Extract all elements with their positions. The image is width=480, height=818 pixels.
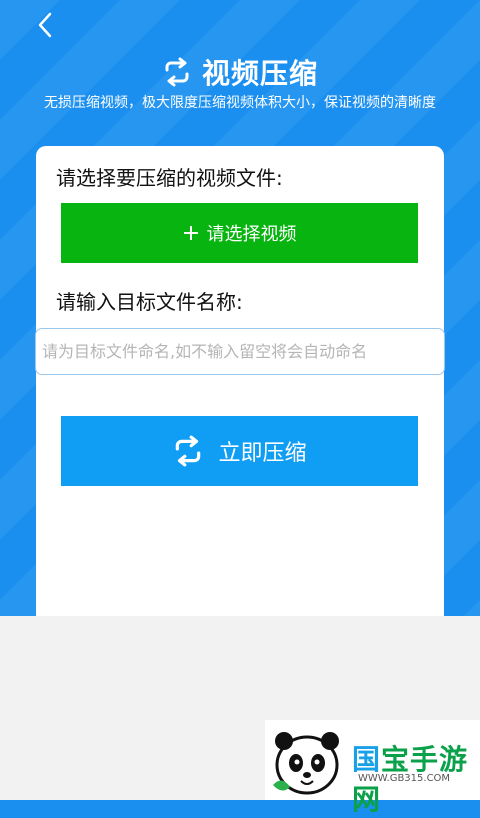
refresh-icon [176,435,201,467]
select-video-button[interactable]: 请选择视频 [61,203,418,263]
target-name-label: 请输入目标文件名称: [56,290,243,314]
title-row: 视频压缩 [0,50,480,94]
plus-icon [183,226,198,240]
compress-button-label: 立即压缩 [218,441,307,466]
refresh-icon [165,57,189,87]
watermark-url: WWW.GB315.COM [358,773,451,784]
back-arrow-icon [38,12,52,38]
select-video-button-label: 请选择视频 [206,224,297,245]
target-name-input[interactable] [35,328,445,375]
page-subtitle: 无损压缩视频，极大限度压缩视频体积大小，保证视频的清晰度 [44,95,436,111]
page-title: 视频压缩 [201,57,318,90]
panda-logo [273,732,339,795]
compress-button[interactable]: 立即压缩 [61,416,418,486]
select-video-label: 请选择要压缩的视频文件: [56,166,283,190]
watermark-brand-first: 国 [352,743,382,776]
header: 视频压缩 无损压缩视频，极大限度压缩视频体积大小，保证视频的清晰度 [0,0,480,150]
back-button[interactable] [30,10,60,40]
